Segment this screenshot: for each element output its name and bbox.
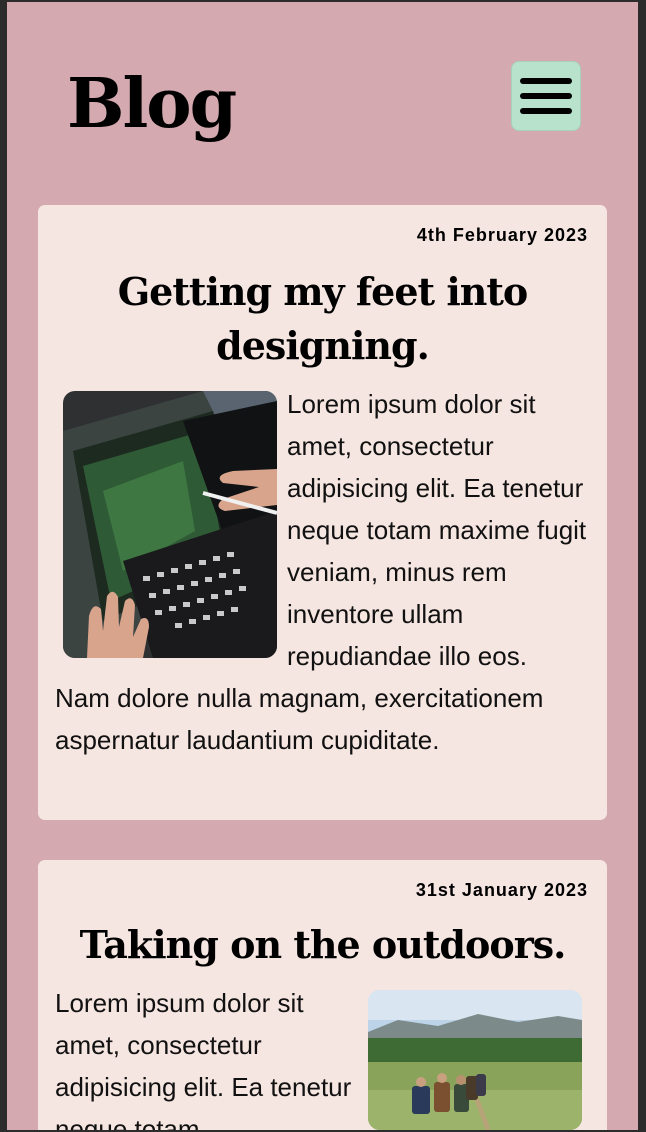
post-title[interactable]: Taking on the outdoors. — [58, 918, 587, 972]
blog-post-card: 4th February 2023 Getting my feet into d… — [38, 205, 607, 820]
menu-icon-bar — [520, 108, 572, 114]
hikers-landscape-image — [368, 990, 582, 1130]
menu-icon-bar — [520, 78, 572, 84]
post-image-hikers — [368, 990, 582, 1130]
site-logo[interactable]: Blog — [67, 70, 237, 138]
post-date: 4th February 2023 — [416, 225, 588, 245]
post-date: 31st January 2023 — [415, 880, 588, 900]
blog-post-card: 31st January 2023 Taking on the outdoors… — [38, 860, 607, 1130]
post-title[interactable]: Getting my feet into designing. — [58, 265, 587, 373]
post-body: Lorem ipsum dolor sit amet, consectetur … — [55, 982, 587, 1130]
site-header: Blog — [7, 2, 638, 202]
post-body-text: Lorem ipsum dolor sit amet, consectetur … — [55, 988, 352, 1130]
tablet-desk-image — [63, 391, 277, 658]
hamburger-menu-button[interactable] — [511, 61, 581, 131]
post-image-tablet — [63, 391, 277, 658]
page: Blog 4th February 2023 Getting my feet i… — [7, 2, 638, 1130]
menu-icon-bar — [520, 93, 572, 99]
post-body: Lorem ipsum dolor sit amet, consectetur … — [55, 383, 587, 761]
